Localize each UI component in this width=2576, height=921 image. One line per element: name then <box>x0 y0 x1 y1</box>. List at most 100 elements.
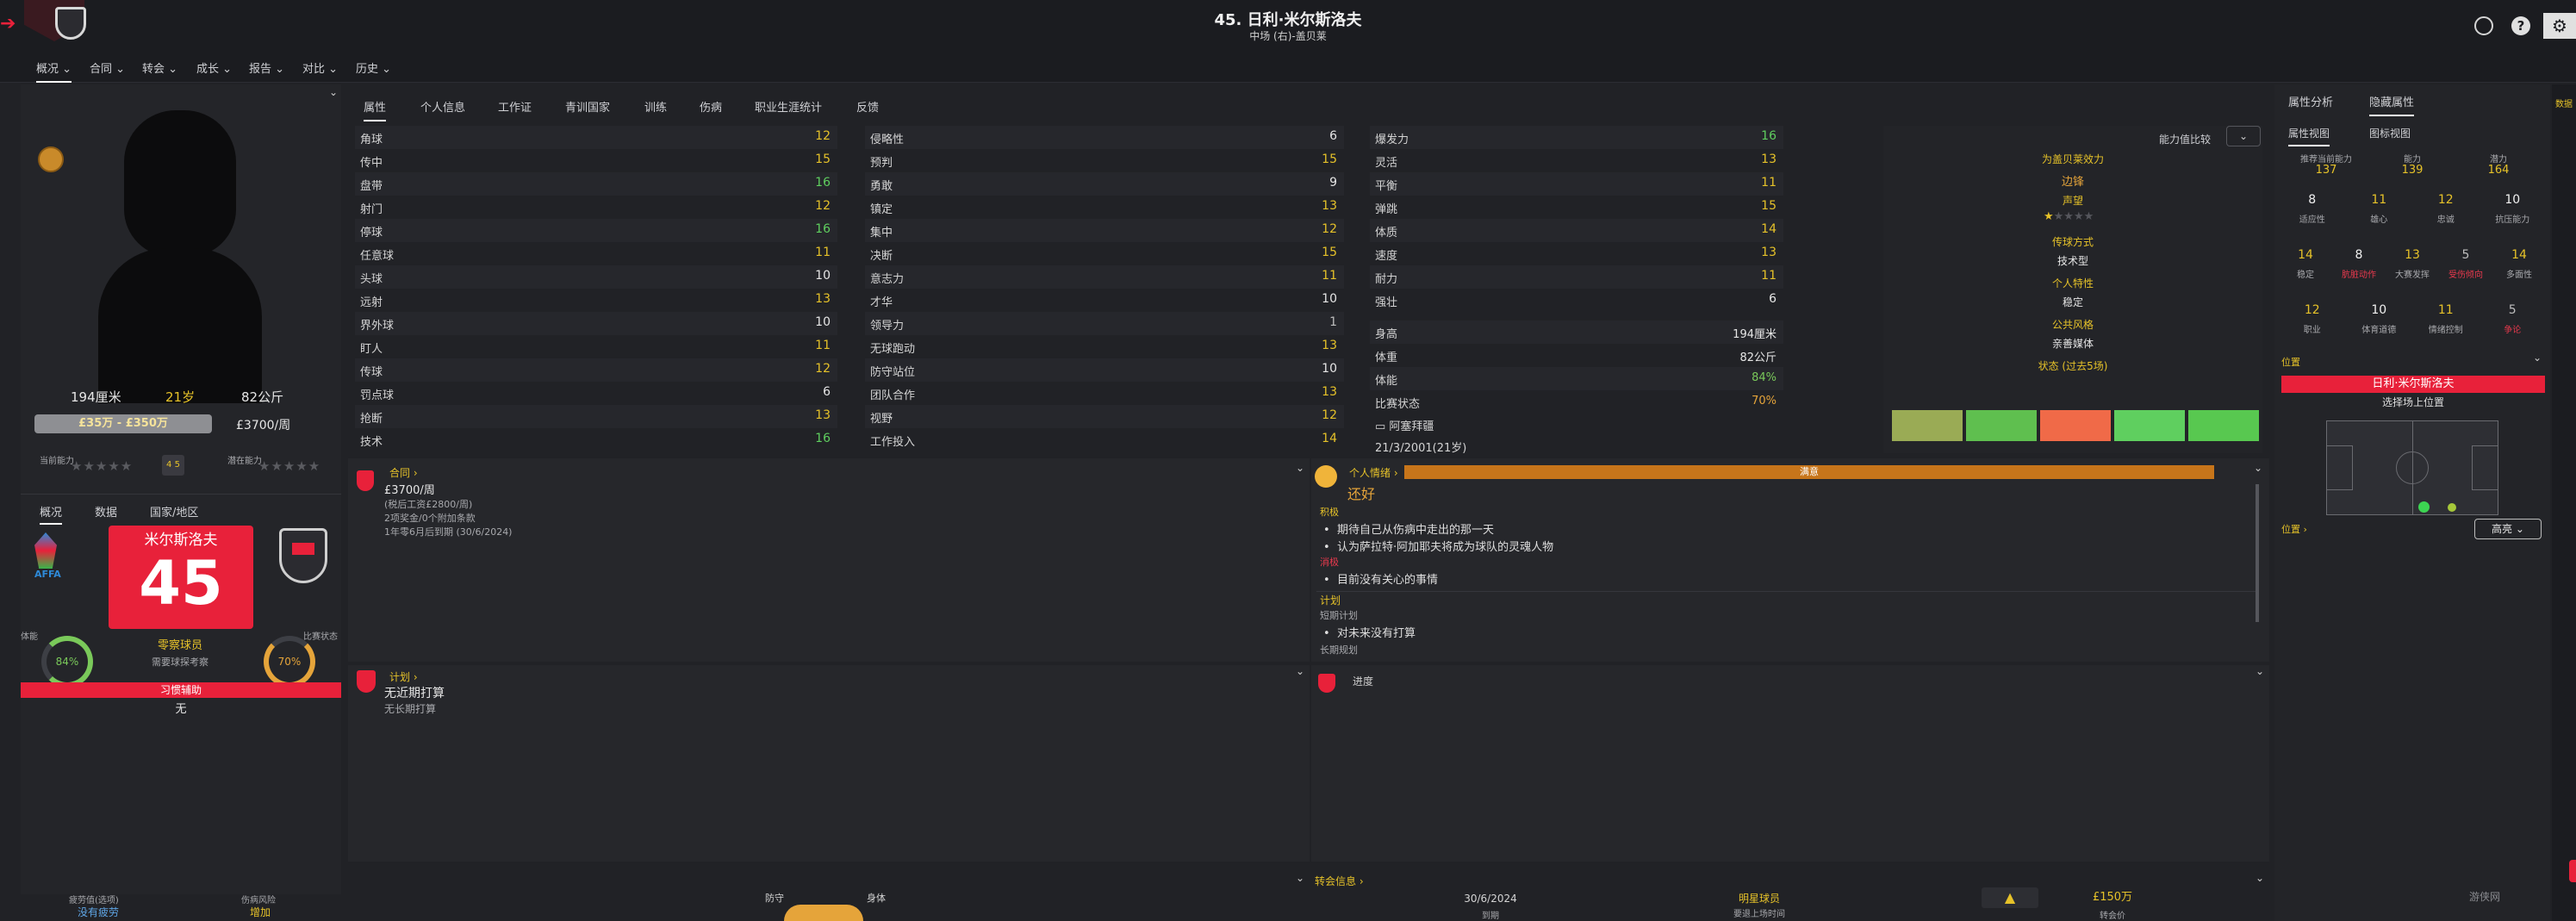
progress-icon <box>1318 674 1335 693</box>
tab-injuries[interactable]: 伤病 <box>700 98 722 115</box>
attribute-row[interactable]: 决断 15 <box>865 242 1344 265</box>
hidden-attr-label: 职业 <box>2303 326 2321 335</box>
nav-contract[interactable]: 合同 ⌄ <box>90 59 125 76</box>
progress-chevron-icon[interactable]: ⌄ <box>2256 665 2264 677</box>
attribute-value: 10 <box>1322 292 1337 306</box>
attribute-row[interactable]: 侵略性 6 <box>865 126 1344 149</box>
happiness-title[interactable]: 个人情绪 › <box>1349 465 1398 480</box>
attribute-row[interactable]: 耐力 11 <box>1370 265 1783 289</box>
tab-feedback[interactable]: 反馈 <box>856 98 879 115</box>
pitch-diagram[interactable] <box>2326 420 2498 515</box>
contract-chevron-icon[interactable]: ⌄ <box>1296 462 1304 474</box>
tab-training[interactable]: 训练 <box>644 98 667 115</box>
help-icon[interactable]: ? <box>2511 16 2530 35</box>
attribute-row[interactable]: 领导力 1 <box>865 312 1344 335</box>
contract-title[interactable]: 合同 › <box>389 465 418 480</box>
hidden-attr-label: 多面性 <box>2506 271 2532 280</box>
transfer-title[interactable]: 转会信息 › <box>1315 874 1364 888</box>
plans-chevron-icon[interactable]: ⌄ <box>1296 665 1304 677</box>
hidden-attr-value: 11 <box>2371 193 2387 207</box>
attribute-row[interactable]: 爆发力 16 <box>1370 126 1783 149</box>
attribute-row[interactable]: 速度 13 <box>1370 242 1783 265</box>
nav-compare[interactable]: 对比 ⌄ <box>302 59 338 76</box>
tab-personal-info[interactable]: 个人信息 <box>420 98 465 115</box>
highlight-dropdown[interactable]: 高亮 ⌄ <box>2474 519 2542 539</box>
attribute-row[interactable]: 平衡 11 <box>1370 172 1783 196</box>
nav-overview[interactable]: 概况 ⌄ <box>36 59 72 83</box>
ball-icon[interactable] <box>2474 16 2493 35</box>
transfer-chevron-icon[interactable]: ⌄ <box>2256 872 2264 884</box>
attribute-row[interactable]: 弹跳 15 <box>1370 196 1783 219</box>
attribute-row[interactable]: 传中 15 <box>355 149 837 172</box>
settings-gear-icon[interactable]: ⚙ <box>2543 13 2576 39</box>
attribute-row[interactable]: 工作投入 14 <box>865 428 1344 451</box>
attribute-row[interactable]: 盘带 16 <box>355 172 837 196</box>
nav-history[interactable]: 历史 ⌄ <box>356 59 391 76</box>
attribute-row[interactable]: 才华 10 <box>865 289 1344 312</box>
attribute-row[interactable]: 远射 13 <box>355 289 837 312</box>
attribute-name: 头球 <box>360 273 383 286</box>
current-ability-stars: ★★★★★ <box>71 458 134 474</box>
bottom-chevron-icon[interactable]: ⌄ <box>1296 872 1304 884</box>
side-tab-data[interactable]: 数据 <box>2555 96 2573 109</box>
attribute-row[interactable]: 抢断 13 <box>355 405 837 428</box>
back-arrow-icon[interactable]: ➔ <box>0 13 22 35</box>
plans-label: 计划 <box>1320 594 1341 607</box>
attribute-row[interactable]: 罚点球 6 <box>355 382 837 405</box>
training-bar[interactable]: 习惯辅助 <box>21 682 341 698</box>
nav-reports[interactable]: 报告 ⌄ <box>249 59 284 76</box>
attribute-row[interactable]: 灵活 13 <box>1370 149 1783 172</box>
subtab-icon-view[interactable]: 图标视图 <box>2369 126 2411 140</box>
nav-development[interactable]: 成长 ⌄ <box>196 59 232 76</box>
ability-value: 164 <box>2487 164 2510 177</box>
tab-career-stats[interactable]: 职业生涯统计 <box>755 98 822 115</box>
attribute-row[interactable]: 镇定 13 <box>865 196 1344 219</box>
tab-stats-small[interactable]: 数据 <box>95 503 117 520</box>
happiness-scrollbar[interactable] <box>2256 484 2259 622</box>
attribute-row[interactable]: 视野 12 <box>865 405 1344 428</box>
attribute-row[interactable]: 意志力 11 <box>865 265 1344 289</box>
plans-title[interactable]: 计划 › <box>389 669 418 684</box>
tab-attribute-analysis[interactable]: 属性分析 <box>2288 93 2333 109</box>
attribute-row[interactable]: 勇敢 9 <box>865 172 1344 196</box>
attribute-row[interactable]: 传球 12 <box>355 358 837 382</box>
comparison-dropdown[interactable]: ⌄ <box>2226 126 2261 146</box>
attribute-row[interactable]: 无球跑动 13 <box>865 335 1344 358</box>
tab-work-permit[interactable]: 工作证 <box>498 98 532 115</box>
attribute-row[interactable]: 界外球 10 <box>355 312 837 335</box>
attribute-row[interactable]: 盯人 11 <box>355 335 837 358</box>
side-strip: 数据 <box>2552 84 2576 921</box>
contract-note3: 1年零6月后到期 (30/6/2024) <box>384 526 513 538</box>
positive-label: 积极 <box>1320 507 1339 518</box>
physical-label: 身体 <box>867 893 886 904</box>
condition-ring: 84% <box>41 636 93 688</box>
happiness-chevron-icon[interactable]: ⌄ <box>2254 462 2262 474</box>
position-link[interactable]: 位置 › <box>2281 522 2307 536</box>
tab-hidden-attributes[interactable]: 隐藏属性 <box>2369 93 2415 116</box>
attribute-row[interactable]: 射门 12 <box>355 196 837 219</box>
attribute-row[interactable]: 体质 14 <box>1370 219 1783 242</box>
attribute-row[interactable]: 技术 16 <box>355 428 837 451</box>
attribute-row[interactable]: 集中 12 <box>865 219 1344 242</box>
nav-transfer[interactable]: 转会 ⌄ <box>142 59 177 76</box>
tab-attributes[interactable]: 属性 <box>364 98 387 121</box>
subtab-attribute-view[interactable]: 属性视图 <box>2288 126 2330 146</box>
lock-icon: ▲ <box>1982 887 2038 908</box>
tab-nation-small[interactable]: 国家/地区 <box>150 503 198 520</box>
collapse-chevron-icon[interactable]: ⌄ <box>329 86 338 98</box>
position-chevron-icon[interactable]: ⌄ <box>2533 352 2542 364</box>
attribute-row[interactable]: 任意球 11 <box>355 242 837 265</box>
attribute-name: 盯人 <box>360 343 383 356</box>
attribute-row[interactable]: 头球 10 <box>355 265 837 289</box>
attribute-row[interactable]: 预判 15 <box>865 149 1344 172</box>
ability-value: 137 <box>2315 164 2337 177</box>
tab-youth-nation[interactable]: 青训国家 <box>565 98 610 115</box>
attribute-row[interactable]: 团队合作 13 <box>865 382 1344 405</box>
comparison-label: 能力值比较 <box>2159 134 2212 146</box>
attribute-row[interactable]: 停球 16 <box>355 219 837 242</box>
info-value: 70% <box>1752 395 1776 408</box>
attribute-row[interactable]: 强壮 6 <box>1370 289 1783 312</box>
attribute-row[interactable]: 防守站位 10 <box>865 358 1344 382</box>
tab-overview-small[interactable]: 概况 <box>40 503 63 525</box>
attribute-row[interactable]: 角球 12 <box>355 126 837 149</box>
